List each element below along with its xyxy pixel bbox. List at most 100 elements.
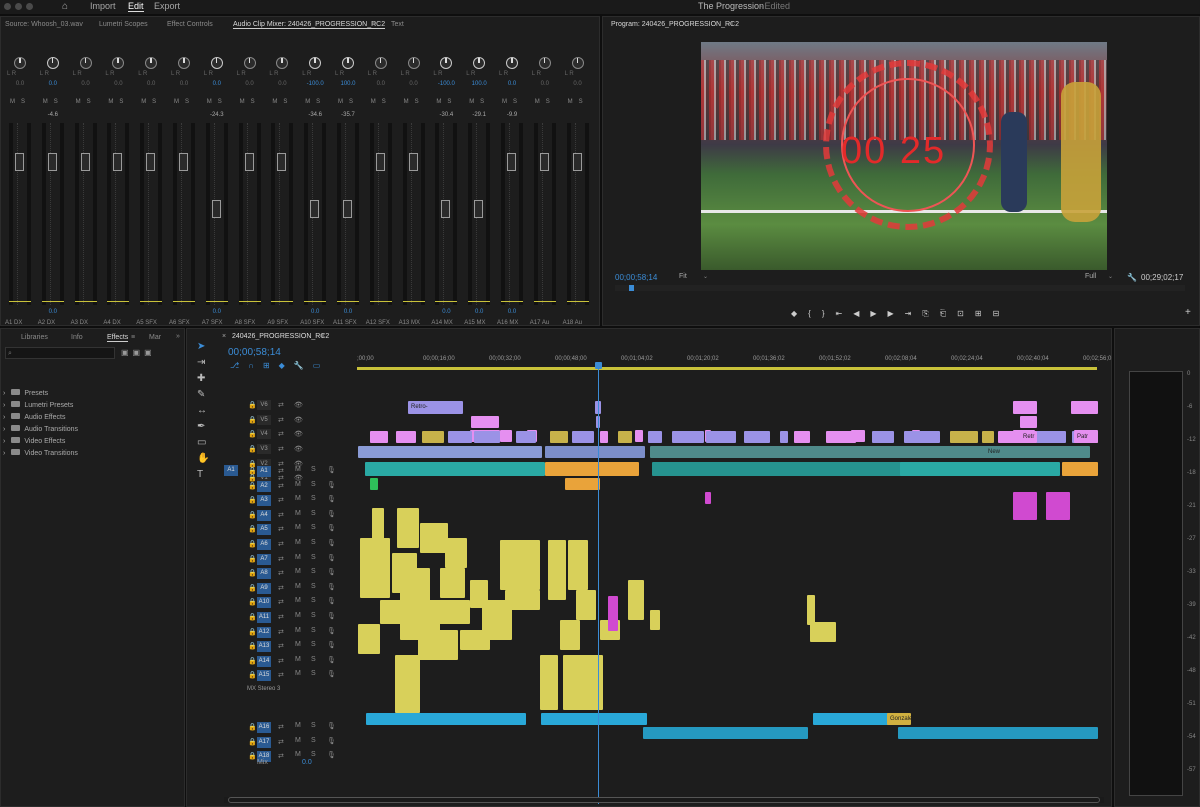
mute-solo-buttons[interactable]: MS [272,99,293,105]
audio-clip-a17[interactable] [643,727,808,739]
audio-track-header-a7[interactable]: 🔒 A7 ⇄ M S 🎙 [240,553,355,567]
solo-button[interactable]: S [311,737,316,744]
lock-icon[interactable]: 🔒 [248,430,257,438]
audio-clip-sfx[interactable] [568,540,588,590]
microphone-icon[interactable]: 🎙 [327,597,336,605]
mute-button[interactable]: M [295,466,301,473]
video-clip-v2[interactable] [550,431,568,443]
pan-knob[interactable] [571,57,584,69]
pan-knob[interactable] [112,57,125,69]
audio-clip-a3[interactable] [1013,492,1037,520]
pan-value[interactable]: 0.0 [399,81,429,87]
audio-clip-a2[interactable] [370,478,378,490]
video-track-header-v6[interactable]: 🔒 V6 ⇄ 👁 [240,399,355,413]
microphone-icon[interactable]: 🎙 [327,524,336,532]
lock-icon[interactable]: 🔒 [248,401,257,409]
tab-lumetri-scopes[interactable]: Lumetri Scopes [99,21,148,28]
close-icon[interactable]: × [222,333,226,340]
mute-solo-buttons[interactable]: MS [371,99,392,105]
solo-button[interactable]: S [311,627,316,634]
mute-button[interactable]: M [295,656,301,663]
menu-icon[interactable]: ≡ [320,333,324,340]
video-clip-v3[interactable] [500,430,512,442]
effects-folder[interactable]: › Video Transitions [3,449,78,457]
pan-value[interactable]: 0.0 [202,81,232,87]
chevron-right-icon[interactable]: › [3,414,5,421]
volume-fader[interactable] [375,153,385,171]
audio-clip-a16[interactable] [541,713,647,725]
volume-fader[interactable] [15,153,24,171]
video-clip-v2[interactable] [872,431,894,443]
microphone-icon[interactable]: 🎙 [327,641,336,649]
pan-knob[interactable] [473,57,486,69]
volume-fader[interactable] [277,153,287,171]
video-clip-v2[interactable] [396,431,416,443]
video-clip-v2[interactable] [370,431,388,443]
fader-value[interactable]: 0.0 [300,309,330,315]
microphone-icon[interactable]: 🎙 [327,466,336,474]
video-clip-v3[interactable] [635,430,643,442]
mute-button[interactable]: M [295,554,301,561]
video-clip-v2[interactable] [826,431,856,443]
video-track-header-v3[interactable]: 🔒 V3 ⇄ 👁 [240,443,355,457]
tab-info[interactable]: Info [71,334,83,341]
solo-button[interactable]: S [311,554,316,561]
solo-button[interactable]: S [311,510,316,517]
sync-lock-icon[interactable]: ⇄ [278,445,284,453]
pan-value[interactable]: 0.0 [366,81,396,87]
video-clip-v2[interactable] [950,431,978,443]
effects-folder[interactable]: › Audio Effects [3,413,65,421]
audio-clip-sfx[interactable] [807,595,815,625]
type-tool-icon[interactable]: T [197,469,203,480]
microphone-icon[interactable]: 🎙 [327,627,336,635]
audio-clip-a17[interactable] [898,727,1098,739]
wrench-icon[interactable]: 🔧 [1127,273,1137,282]
audio-clip-sfx[interactable] [576,590,596,620]
program-timecode[interactable]: 00;00;58;14 [615,273,657,282]
lock-icon[interactable]: 🔒 [248,525,257,533]
video-clip-v1[interactable] [358,446,542,458]
pan-value[interactable]: 0.0 [71,81,101,87]
sync-lock-icon[interactable]: ⇄ [278,401,284,409]
track-target[interactable]: V6 [257,400,271,410]
eye-icon[interactable]: 👁 [294,430,303,438]
sync-lock-icon[interactable]: ⇄ [278,723,284,731]
selection-tool-icon[interactable]: ➤ [197,341,205,352]
volume-fader[interactable] [310,200,320,218]
video-clip-v5[interactable] [1020,416,1037,428]
mute-solo-buttons[interactable]: MS [338,99,359,105]
audio-track-header-a2[interactable]: 🔒 A2 ⇄ M S 🎙 [240,480,355,494]
track-target[interactable]: A11 [257,612,271,623]
chevron-right-icon[interactable]: › [3,438,5,445]
mute-button[interactable]: M [295,722,301,729]
zoom-window-button[interactable] [26,3,33,10]
audio-track-header-a11[interactable]: 🔒 A11 ⇄ M S 🎙 [240,611,355,625]
pan-value[interactable]: 100.0 [333,81,363,87]
sync-lock-icon[interactable]: ⇄ [278,511,284,519]
slip-icon[interactable]: ↔ [197,405,207,416]
audio-clip-sfx[interactable] [360,538,390,598]
solo-button[interactable]: S [311,568,316,575]
menu-icon[interactable]: ≡ [729,21,733,28]
track-target[interactable]: A8 [257,568,271,580]
microphone-icon[interactable]: 🎙 [327,751,336,759]
program-scrubber[interactable] [615,285,1185,291]
audio-clip-a1[interactable] [900,462,1060,476]
tab-source[interactable]: Source: Whoosh_03.wav [5,21,83,28]
pan-knob[interactable] [374,57,387,69]
audio-track-header-a14[interactable]: 🔒 A14 ⇄ M S 🎙 [240,655,355,669]
audio-track-header-a1[interactable]: A1 🔒 A1 ⇄ M S 🎙 [224,465,355,479]
pan-knob[interactable] [342,57,354,69]
solo-button[interactable]: S [311,524,316,531]
audio-clip-sfx[interactable] [608,596,618,631]
solo-button[interactable]: S [311,539,316,546]
tab-libraries[interactable]: Libraries [21,334,48,341]
home-icon[interactable]: ⌂ [62,1,68,12]
audio-clip-sfx[interactable] [563,655,603,710]
audio-track-header-a6[interactable]: 🔒 A6 ⇄ M S 🎙 [240,538,355,552]
lock-icon[interactable]: 🔒 [248,723,257,731]
lock-icon[interactable]: 🔒 [248,738,257,746]
video-clip-v2[interactable] [648,431,662,443]
lock-icon[interactable]: 🔒 [248,511,257,519]
mute-solo-buttons[interactable]: MS [141,99,162,105]
